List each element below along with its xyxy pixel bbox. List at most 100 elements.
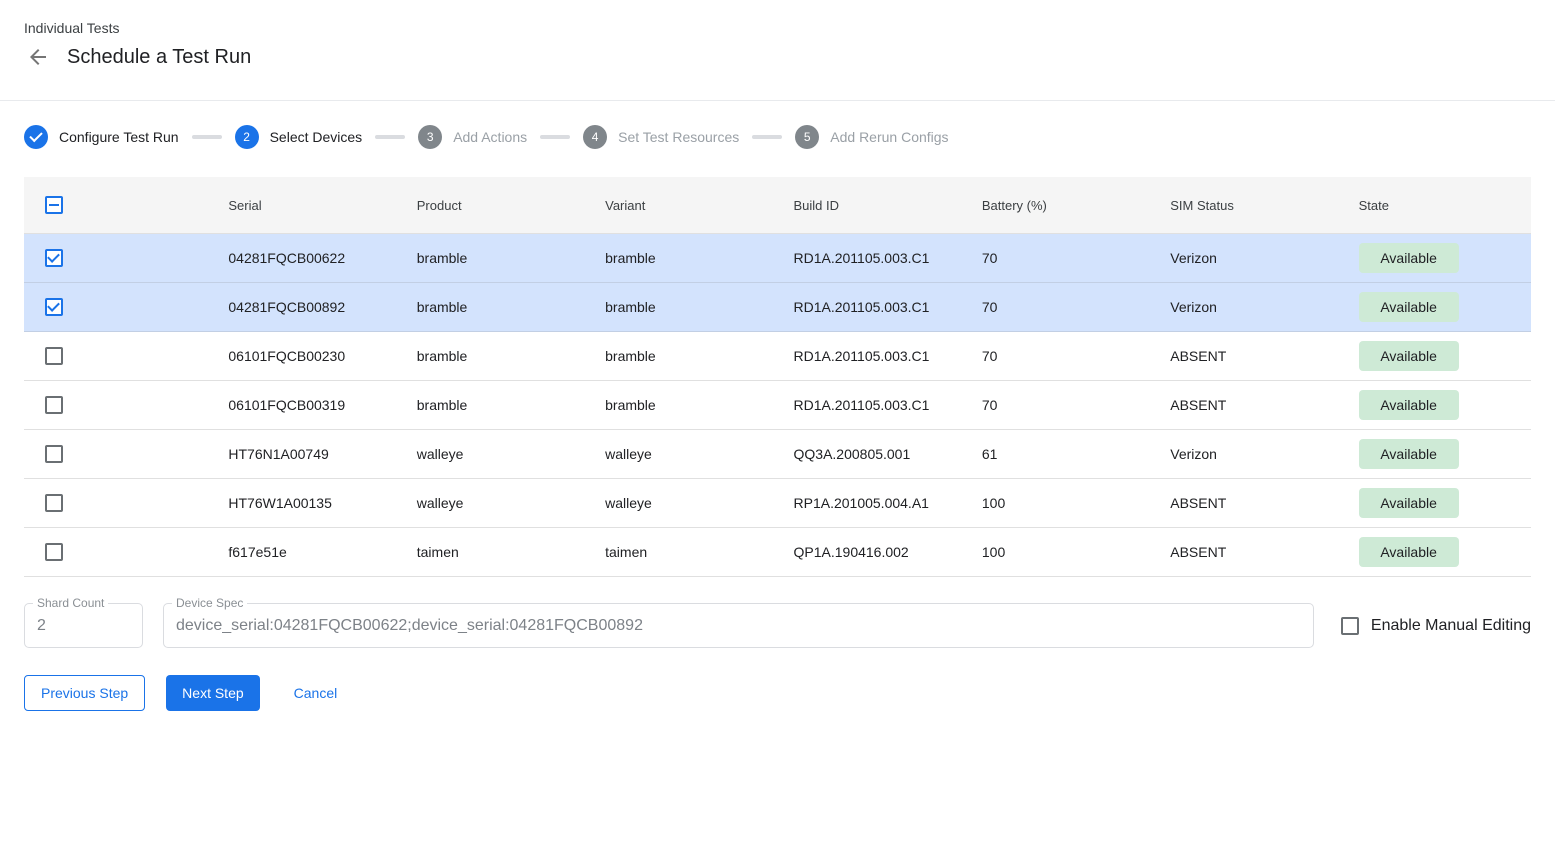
- column-header-product: Product: [401, 198, 589, 213]
- step-connector: [540, 135, 570, 139]
- row-checkbox[interactable]: [45, 249, 63, 267]
- column-header-build-id: Build ID: [778, 198, 966, 213]
- cell-sim-status: ABSENT: [1154, 544, 1342, 560]
- cell-serial: HT76N1A00749: [212, 446, 400, 462]
- cell-build-id: RD1A.201105.003.C1: [778, 397, 966, 413]
- page-header: Individual Tests Schedule a Test Run: [0, 0, 1555, 101]
- step-label: Set Test Resources: [618, 129, 739, 145]
- row-checkbox[interactable]: [45, 396, 63, 414]
- arrow-left-icon: [26, 45, 50, 69]
- device-spec-field[interactable]: Device Spec device_serial:04281FQCB00622…: [163, 603, 1314, 648]
- cell-variant: bramble: [589, 250, 777, 266]
- table-row[interactable]: HT76W1A00135 walleye walleye RP1A.201005…: [24, 479, 1531, 528]
- cell-product: walleye: [401, 495, 589, 511]
- cell-sim-status: Verizon: [1154, 446, 1342, 462]
- shard-form: Shard Count 2 Device Spec device_serial:…: [24, 603, 1531, 648]
- enable-manual-editing[interactable]: Enable Manual Editing: [1341, 617, 1531, 635]
- state-badge: Available: [1359, 292, 1459, 322]
- table-row[interactable]: 06101FQCB00319 bramble bramble RD1A.2011…: [24, 381, 1531, 430]
- step-number: 5: [795, 125, 819, 149]
- table-row[interactable]: 04281FQCB00892 bramble bramble RD1A.2011…: [24, 283, 1531, 332]
- table-row[interactable]: f617e51e taimen taimen QP1A.190416.002 1…: [24, 528, 1531, 577]
- cell-product: bramble: [401, 299, 589, 315]
- step-set-test-resources[interactable]: 4 Set Test Resources: [583, 125, 739, 149]
- step-label: Add Rerun Configs: [830, 129, 948, 145]
- cell-sim-status: ABSENT: [1154, 348, 1342, 364]
- cell-build-id: RD1A.201105.003.C1: [778, 250, 966, 266]
- back-button[interactable]: [26, 45, 50, 69]
- column-header-battery: Battery (%): [966, 198, 1154, 213]
- column-header-variant: Variant: [589, 198, 777, 213]
- step-connector: [752, 135, 782, 139]
- cell-battery: 61: [966, 446, 1154, 462]
- cell-serial: 04281FQCB00892: [212, 299, 400, 315]
- column-header-sim-status: SIM Status: [1154, 198, 1342, 213]
- state-badge: Available: [1359, 439, 1459, 469]
- cell-serial: f617e51e: [212, 544, 400, 560]
- state-badge: Available: [1359, 390, 1459, 420]
- step-connector: [375, 135, 405, 139]
- device-spec-label: Device Spec: [172, 596, 247, 610]
- cell-variant: bramble: [589, 348, 777, 364]
- cell-variant: taimen: [589, 544, 777, 560]
- cancel-button[interactable]: Cancel: [278, 675, 354, 711]
- step-add-rerun-configs[interactable]: 5 Add Rerun Configs: [795, 125, 948, 149]
- step-configure-test-run[interactable]: Configure Test Run: [24, 125, 179, 149]
- cell-product: bramble: [401, 397, 589, 413]
- enable-manual-editing-label: Enable Manual Editing: [1371, 617, 1531, 635]
- row-checkbox[interactable]: [45, 298, 63, 316]
- cell-battery: 100: [966, 544, 1154, 560]
- cell-build-id: RD1A.201105.003.C1: [778, 299, 966, 315]
- step-label: Select Devices: [270, 129, 363, 145]
- cell-product: taimen: [401, 544, 589, 560]
- row-checkbox[interactable]: [45, 543, 63, 561]
- step-number: 2: [235, 125, 259, 149]
- cell-serial: HT76W1A00135: [212, 495, 400, 511]
- cell-battery: 70: [966, 348, 1154, 364]
- check-icon: [24, 125, 48, 149]
- action-buttons: Previous Step Next Step Cancel: [24, 675, 1531, 711]
- shard-count-field[interactable]: Shard Count 2: [24, 603, 143, 648]
- next-step-button[interactable]: Next Step: [166, 675, 259, 711]
- cell-product: bramble: [401, 348, 589, 364]
- device-spec-value: device_serial:04281FQCB00622;device_seri…: [176, 617, 643, 635]
- cell-battery: 70: [966, 299, 1154, 315]
- cell-serial: 06101FQCB00319: [212, 397, 400, 413]
- select-all-checkbox[interactable]: [45, 196, 63, 214]
- cell-sim-status: Verizon: [1154, 299, 1342, 315]
- cell-build-id: QQ3A.200805.001: [778, 446, 966, 462]
- cell-variant: walleye: [589, 446, 777, 462]
- shard-count-value: 2: [37, 617, 46, 635]
- step-add-actions[interactable]: 3 Add Actions: [418, 125, 527, 149]
- state-badge: Available: [1359, 243, 1459, 273]
- cell-serial: 04281FQCB00622: [212, 250, 400, 266]
- page-title: Schedule a Test Run: [67, 46, 251, 69]
- cell-build-id: QP1A.190416.002: [778, 544, 966, 560]
- cell-sim-status: ABSENT: [1154, 495, 1342, 511]
- cell-build-id: RD1A.201105.003.C1: [778, 348, 966, 364]
- column-header-state: State: [1343, 198, 1531, 213]
- cell-battery: 100: [966, 495, 1154, 511]
- stepper: Configure Test Run 2 Select Devices 3 Ad…: [24, 125, 1555, 149]
- cell-battery: 70: [966, 250, 1154, 266]
- table-row[interactable]: 04281FQCB00622 bramble bramble RD1A.2011…: [24, 234, 1531, 283]
- step-number: 4: [583, 125, 607, 149]
- device-table: Serial Product Variant Build ID Battery …: [24, 177, 1531, 577]
- enable-manual-editing-checkbox[interactable]: [1341, 617, 1359, 635]
- step-select-devices[interactable]: 2 Select Devices: [235, 125, 363, 149]
- row-checkbox[interactable]: [45, 494, 63, 512]
- cell-sim-status: Verizon: [1154, 250, 1342, 266]
- table-header-row: Serial Product Variant Build ID Battery …: [24, 177, 1531, 234]
- step-label: Add Actions: [453, 129, 527, 145]
- step-label: Configure Test Run: [59, 129, 179, 145]
- row-checkbox[interactable]: [45, 445, 63, 463]
- table-row[interactable]: 06101FQCB00230 bramble bramble RD1A.2011…: [24, 332, 1531, 381]
- cell-variant: walleye: [589, 495, 777, 511]
- step-connector: [192, 135, 222, 139]
- breadcrumb: Individual Tests: [24, 20, 1531, 36]
- previous-step-button[interactable]: Previous Step: [24, 675, 145, 711]
- state-badge: Available: [1359, 341, 1459, 371]
- cell-build-id: RP1A.201005.004.A1: [778, 495, 966, 511]
- table-row[interactable]: HT76N1A00749 walleye walleye QQ3A.200805…: [24, 430, 1531, 479]
- row-checkbox[interactable]: [45, 347, 63, 365]
